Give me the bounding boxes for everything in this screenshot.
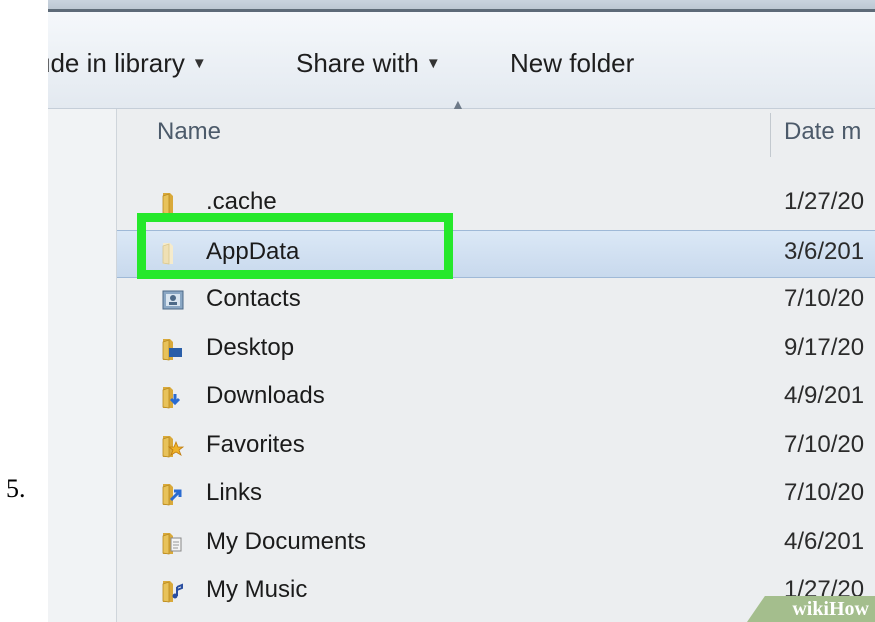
file-row-downloads[interactable]: Downloads 4/9/201: [117, 375, 875, 421]
links-folder-icon: [160, 481, 186, 507]
highlight-box: [137, 213, 453, 279]
desktop-folder-icon: [160, 336, 186, 362]
file-name: My Music: [206, 576, 308, 603]
include-in-library-button[interactable]: ude in library ▼: [48, 48, 207, 79]
file-row-links[interactable]: Links 7/10/20: [117, 472, 875, 518]
documents-folder-icon: [160, 530, 186, 556]
favorites-folder-icon: [160, 433, 186, 459]
dropdown-arrow-icon: ▼: [191, 55, 207, 72]
file-row-my-documents[interactable]: My Documents 4/6/201: [117, 521, 875, 567]
file-name: Contacts: [206, 285, 301, 312]
include-in-library-label: ude in library: [48, 48, 185, 78]
share-with-label: Share with: [296, 48, 419, 78]
explorer-window: ude in library ▼ Share with ▼ New folder ▲…: [48, 0, 875, 622]
step-number: 5.: [6, 474, 26, 503]
column-header-date[interactable]: Date m: [784, 118, 861, 146]
downloads-folder-icon: [160, 384, 186, 410]
watermark-text: wikiHow: [792, 598, 869, 620]
navigation-pane[interactable]: [48, 109, 117, 622]
file-row-favorites[interactable]: Favorites 7/10/20: [117, 424, 875, 470]
file-name: Downloads: [206, 382, 325, 409]
file-date: 4/6/201: [784, 527, 865, 555]
file-date: 7/10/20: [784, 285, 865, 312]
share-with-button[interactable]: Share with ▼: [296, 48, 441, 79]
music-folder-icon: [160, 578, 186, 604]
file-row-contacts[interactable]: Contacts 7/10/20: [117, 278, 875, 324]
new-folder-button[interactable]: New folder: [510, 48, 634, 79]
column-header-name[interactable]: Name: [157, 118, 221, 146]
file-name: Favorites: [206, 430, 305, 458]
sort-ascending-icon: ▲: [451, 96, 465, 112]
dropdown-arrow-icon: ▼: [425, 55, 441, 72]
column-header: ▲ Name Date m: [117, 96, 875, 161]
file-date: 7/10/20: [784, 430, 865, 458]
file-name: My Documents: [206, 527, 367, 555]
file-date: 9/17/20: [784, 333, 865, 361]
file-date: 4/9/201: [784, 382, 865, 409]
file-date: 1/27/20: [784, 188, 865, 215]
file-list: ▲ Name Date m .cache 1/27/20 AppData 3/6/20…: [117, 96, 875, 622]
file-name: Desktop: [206, 333, 295, 361]
file-date: 3/6/201: [784, 237, 865, 265]
title-bar: [48, 0, 875, 12]
column-divider[interactable]: [770, 113, 771, 157]
contacts-icon: [160, 287, 186, 313]
file-row-desktop[interactable]: Desktop 9/17/20: [117, 327, 875, 373]
wikihow-watermark: wikiHow: [747, 596, 875, 622]
file-name: .cache: [206, 188, 277, 215]
command-toolbar: ude in library ▼ Share with ▼ New folder: [48, 12, 875, 109]
new-folder-label: New folder: [510, 48, 635, 78]
file-name: Links: [206, 479, 263, 506]
file-date: 7/10/20: [784, 479, 865, 506]
